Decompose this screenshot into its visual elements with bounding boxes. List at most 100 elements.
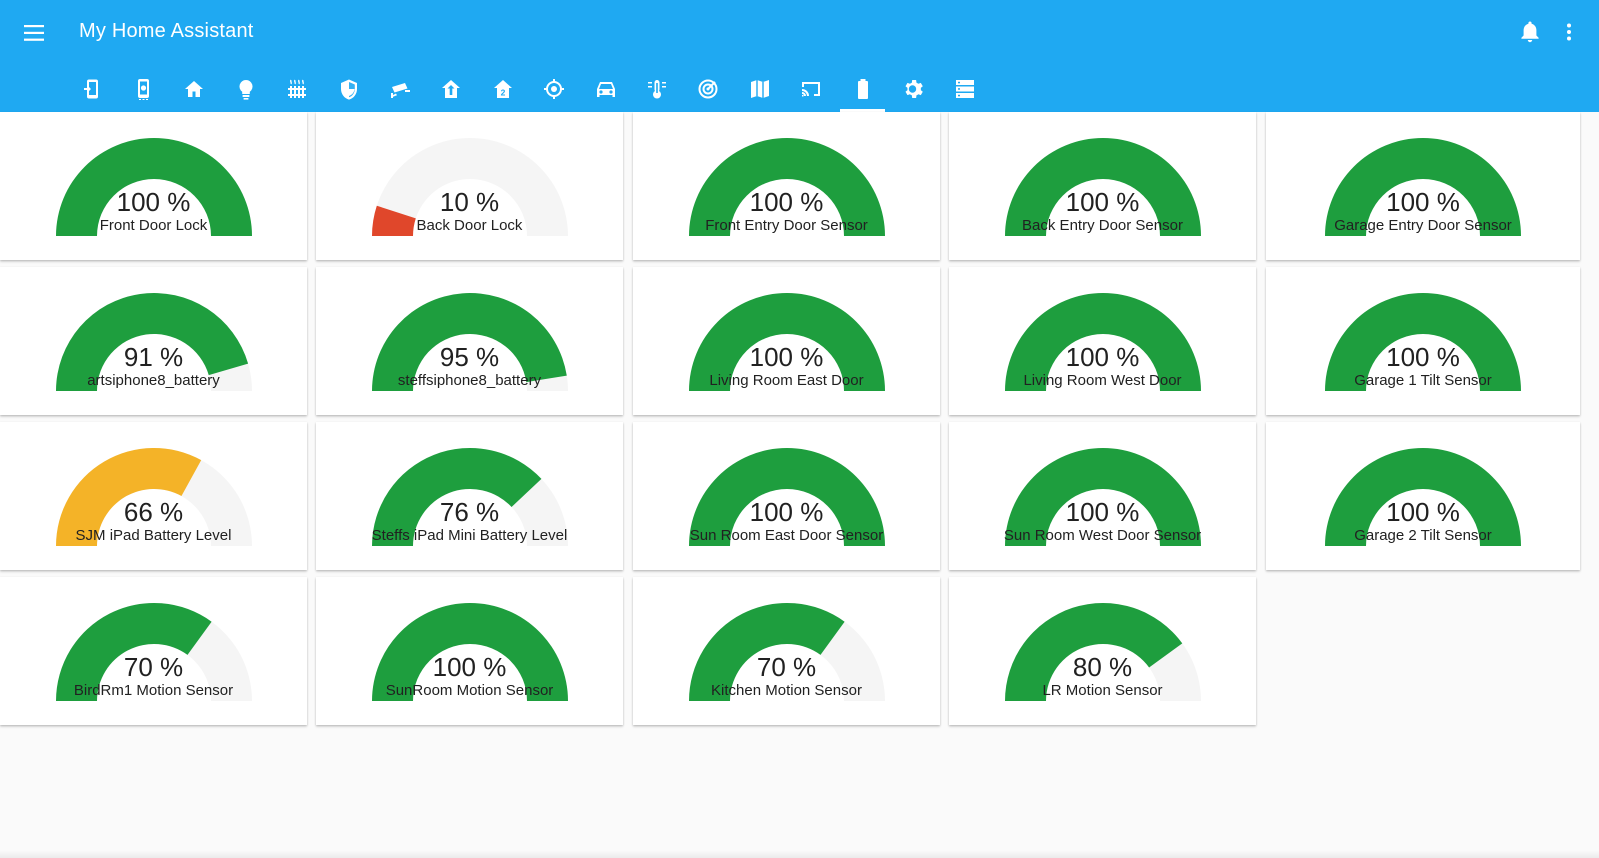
gauge-label: Back Entry Door Sensor [1022, 217, 1183, 234]
gauge-value: 100 % [432, 652, 507, 682]
radiator-icon [286, 78, 308, 100]
gauge-label: Front Entry Door Sensor [705, 217, 868, 234]
car-icon [595, 78, 617, 100]
gauge-label: artsiphone8_battery [87, 372, 220, 389]
tab-settings[interactable] [888, 66, 939, 112]
gauge-card[interactable]: 10 % Back Door Lock [316, 112, 623, 260]
gauge-card[interactable]: 70 % BirdRm1 Motion Sensor [0, 577, 307, 725]
dots-vertical-icon[interactable] [1556, 18, 1582, 46]
tab-home-2[interactable]: 2 [477, 66, 528, 112]
cast-icon [800, 78, 822, 100]
gauge-card[interactable]: 100 % Living Room East Door [633, 267, 940, 415]
gauge-card[interactable]: 100 % Garage 2 Tilt Sensor [1266, 422, 1580, 570]
battery-icon [852, 78, 874, 100]
gauge-value: 100 % [1386, 187, 1460, 217]
gauge-value: 100 % [1065, 342, 1140, 372]
gauge-value: 100 % [749, 187, 824, 217]
gauge-label: Sun Room East Door Sensor [689, 527, 884, 544]
gauge-card[interactable]: 80 % LR Motion Sensor [949, 577, 1256, 725]
gauge-label: Front Door Lock [99, 217, 208, 234]
tab-lightbulb[interactable] [220, 66, 271, 112]
gauge-card[interactable]: 100 % Living Room West Door [949, 267, 1256, 415]
lightbulb-icon [235, 78, 257, 100]
tab-home[interactable] [169, 66, 220, 112]
gauge-value: 100 % [1065, 497, 1140, 527]
gauge-card[interactable]: 70 % Kitchen Motion Sensor [633, 577, 940, 725]
home-2-icon: 2 [492, 78, 514, 100]
home-icon [183, 78, 205, 100]
gauge-card[interactable]: 91 % artsiphone8_battery [0, 267, 307, 415]
gauge-card[interactable]: 100 % Back Entry Door Sensor [949, 112, 1256, 260]
tab-cctv[interactable] [374, 66, 425, 112]
gauge-value: 80 % [1072, 652, 1133, 682]
gauge-value: 100 % [1386, 497, 1460, 527]
cellphone-settings-icon [132, 78, 154, 100]
gauge-card[interactable]: 100 % Garage Entry Door Sensor [1266, 112, 1580, 260]
gauge-value: 70 % [756, 652, 817, 682]
tab-thermometer[interactable] [631, 66, 682, 112]
gauge-value: 100 % [1065, 187, 1140, 217]
gauge-label: Garage 2 Tilt Sensor [1354, 527, 1492, 544]
gauge-label: Living Room West Door [1023, 372, 1182, 389]
tab-cast[interactable] [785, 66, 836, 112]
gauge-card[interactable]: 100 % Sun Room East Door Sensor [633, 422, 940, 570]
gauge-value: 10 % [439, 187, 500, 217]
gauge-label: Garage 1 Tilt Sensor [1354, 372, 1492, 389]
gauge-value: 95 % [439, 342, 500, 372]
gauge-card[interactable]: 100 % Front Door Lock [0, 112, 307, 260]
gauge-value: 100 % [116, 187, 191, 217]
tab-server[interactable] [940, 66, 991, 112]
gauge-label: Steffs iPad Mini Battery Level [371, 527, 568, 544]
cellphone-arrow-icon [81, 78, 103, 100]
tab-radiator[interactable] [272, 66, 323, 112]
tab-car[interactable] [580, 66, 631, 112]
cctv-icon [389, 78, 411, 100]
tab-crosshairs-gps[interactable] [529, 66, 580, 112]
gauge-label: steffsiphone8_battery [397, 372, 542, 389]
gauge-value: 91 % [123, 342, 184, 372]
radar-icon [697, 78, 719, 100]
thermometer-icon [646, 78, 668, 100]
gauge-value: 100 % [1386, 342, 1460, 372]
gauge-label: Garage Entry Door Sensor [1334, 217, 1512, 234]
tab-cellphone-arrow[interactable] [66, 66, 117, 112]
gauge-value: 100 % [749, 342, 824, 372]
gauge-card[interactable]: 100 % Front Entry Door Sensor [633, 112, 940, 260]
gauge-label: Kitchen Motion Sensor [711, 682, 862, 699]
shield-icon [338, 78, 360, 100]
gauge-label: Sun Room West Door Sensor [1003, 527, 1202, 544]
gauge-label: SunRoom Motion Sensor [385, 682, 554, 699]
gauge-card[interactable]: 95 % steffsiphone8_battery [316, 267, 623, 415]
gauge-value: 100 % [749, 497, 824, 527]
gauge-card[interactable]: 100 % Garage 1 Tilt Sensor [1266, 267, 1580, 415]
app-title: My Home Assistant [79, 20, 254, 42]
gauge-card[interactable]: 100 % Sun Room West Door Sensor [949, 422, 1256, 570]
crosshairs-gps-icon [543, 78, 565, 100]
gauge-card[interactable]: 66 % SJM iPad Battery Level [0, 422, 307, 570]
tab-shield[interactable] [323, 66, 374, 112]
bottom-shadow [0, 850, 1599, 858]
tab-map[interactable] [734, 66, 785, 112]
gauge-card[interactable]: 76 % Steffs iPad Mini Battery Level [316, 422, 623, 570]
tab-radar[interactable] [683, 66, 734, 112]
gauge-label: Back Door Lock [416, 217, 523, 234]
gauge-value: 76 % [439, 497, 500, 527]
menu-icon[interactable] [20, 18, 50, 48]
server-icon [954, 78, 976, 100]
home-arrow-up-icon [440, 78, 462, 100]
gauge-value: 70 % [123, 652, 184, 682]
tab-home-arrow-up[interactable] [426, 66, 477, 112]
app-header: My Home Assistant 2 [0, 0, 1599, 112]
settings-icon [903, 78, 925, 100]
view-tabs: 2 [66, 66, 991, 112]
gauge-label: Living Room East Door [709, 372, 864, 389]
gauge-label: LR Motion Sensor [1042, 682, 1163, 699]
bell-icon[interactable] [1516, 18, 1544, 46]
tab-battery[interactable] [837, 66, 888, 112]
svg-text:2: 2 [500, 88, 505, 98]
tab-cellphone-settings[interactable] [117, 66, 168, 112]
gauge-value: 66 % [123, 497, 184, 527]
gauge-card[interactable]: 100 % SunRoom Motion Sensor [316, 577, 623, 725]
map-icon [749, 78, 771, 100]
gauge-label: SJM iPad Battery Level [75, 527, 232, 544]
